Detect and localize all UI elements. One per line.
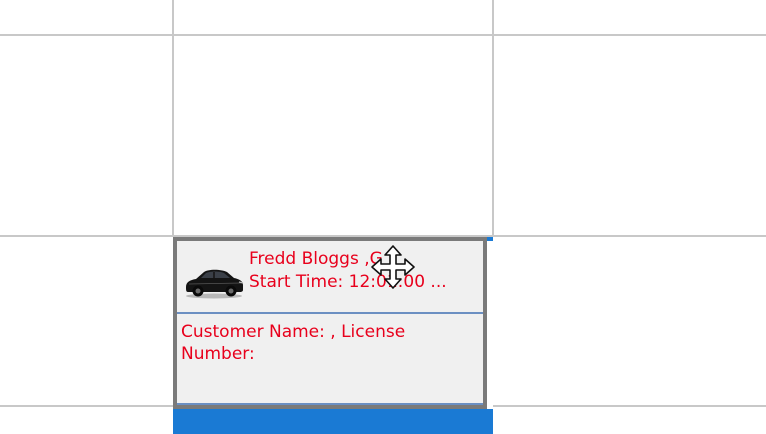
appointment-frame: Fredd Bloggs ,G Start Time: 12:01:00 ...… [173, 237, 487, 409]
scheduler-grid: Fredd Bloggs ,G Start Time: 12:01:00 ...… [0, 0, 766, 434]
schedule-cell[interactable] [494, 36, 766, 235]
schedule-cell[interactable] [494, 0, 766, 34]
appointment-start-time: Start Time: 12:01:00 ... [249, 272, 447, 292]
schedule-cell[interactable] [0, 0, 172, 34]
schedule-cell[interactable] [494, 237, 766, 405]
appointment-title: Fredd Bloggs ,G [249, 249, 383, 269]
appointment-resize-handle[interactable] [173, 409, 493, 434]
car-icon [186, 269, 244, 299]
schedule-cell[interactable] [174, 0, 492, 34]
schedule-cell[interactable] [0, 237, 172, 405]
grid-row-divider [0, 405, 173, 407]
appointment-divider [177, 403, 483, 405]
appointment-header: Fredd Bloggs ,G Start Time: 12:01:00 ... [177, 241, 483, 314]
schedule-cell[interactable] [0, 36, 172, 235]
appointment-edge [487, 241, 490, 409]
schedule-cell[interactable] [174, 36, 492, 235]
appointment-details: Customer Name: , License Number: [181, 322, 406, 364]
move-cursor-icon [371, 245, 415, 289]
grid-row-divider [493, 405, 766, 407]
booking-appointment[interactable]: Fredd Bloggs ,G Start Time: 12:01:00 ...… [173, 237, 493, 434]
